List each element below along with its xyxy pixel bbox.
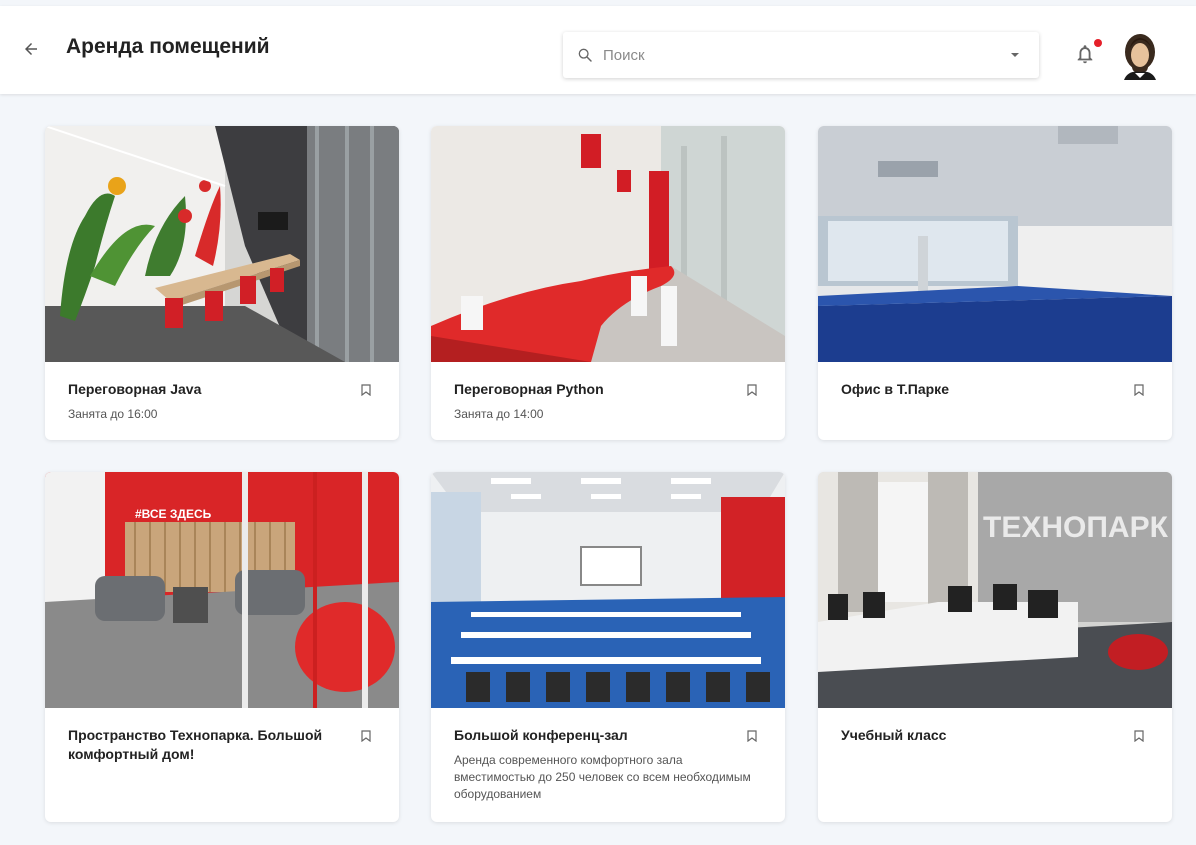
room-title: Переговорная Python <box>454 381 604 397</box>
room-photo <box>431 126 785 362</box>
room-card[interactable]: Офис в Т.Парке <box>818 126 1172 440</box>
bell-icon[interactable] <box>1074 42 1096 66</box>
room-title: Офис в Т.Парке <box>841 381 949 397</box>
search-input[interactable] <box>601 45 1005 65</box>
top-app-bar: Аренда помещений <box>0 6 1196 94</box>
back-button[interactable] <box>18 36 44 62</box>
room-photo <box>818 126 1172 362</box>
wall-sign: #ВСЕ ЗДЕСЬ <box>135 507 212 521</box>
bookmark-icon[interactable] <box>747 384 757 396</box>
room-description: Аренда современного комфортного зала вме… <box>454 753 751 801</box>
bookmark-icon[interactable] <box>1134 730 1144 742</box>
search-icon <box>577 46 595 64</box>
avatar[interactable] <box>1118 30 1162 80</box>
bookmark-icon[interactable] <box>747 730 757 742</box>
room-title: Большой конференц-зал <box>454 727 628 743</box>
room-card[interactable]: Переговорная Python Занята до 14:00 <box>431 126 785 440</box>
bookmark-icon[interactable] <box>361 384 371 396</box>
room-card[interactable]: Большой конференц-зал Аренда современног… <box>431 472 785 822</box>
room-status: Занята до 14:00 <box>454 407 544 421</box>
room-title: Учебный класс <box>841 727 947 743</box>
wall-lettering: ТЕХНОПАРК <box>983 511 1169 544</box>
bookmark-icon[interactable] <box>1134 384 1144 396</box>
page-title: Аренда помещений <box>66 35 270 58</box>
room-card[interactable]: ТЕХНОПАРК Учебный класс <box>818 472 1172 822</box>
room-photo: #ВСЕ ЗДЕСЬ <box>45 472 399 708</box>
room-card[interactable]: Переговорная Java Занята до 16:00 <box>45 126 399 440</box>
room-photo <box>45 126 399 362</box>
notification-badge <box>1094 39 1102 47</box>
room-card[interactable]: #ВСЕ ЗДЕСЬ Пространство Технопарка. Боль… <box>45 472 399 822</box>
room-title: Пространство Технопарка. Большой комфорт… <box>68 727 323 762</box>
room-title: Переговорная Java <box>68 381 202 397</box>
caret-down-icon[interactable] <box>1009 49 1021 61</box>
room-status: Занята до 16:00 <box>68 407 158 421</box>
search-box[interactable] <box>563 32 1039 78</box>
room-photo: ТЕХНОПАРК <box>818 472 1172 708</box>
arrow-left-icon <box>25 43 37 55</box>
bookmark-icon[interactable] <box>361 730 371 742</box>
room-photo <box>431 472 785 708</box>
